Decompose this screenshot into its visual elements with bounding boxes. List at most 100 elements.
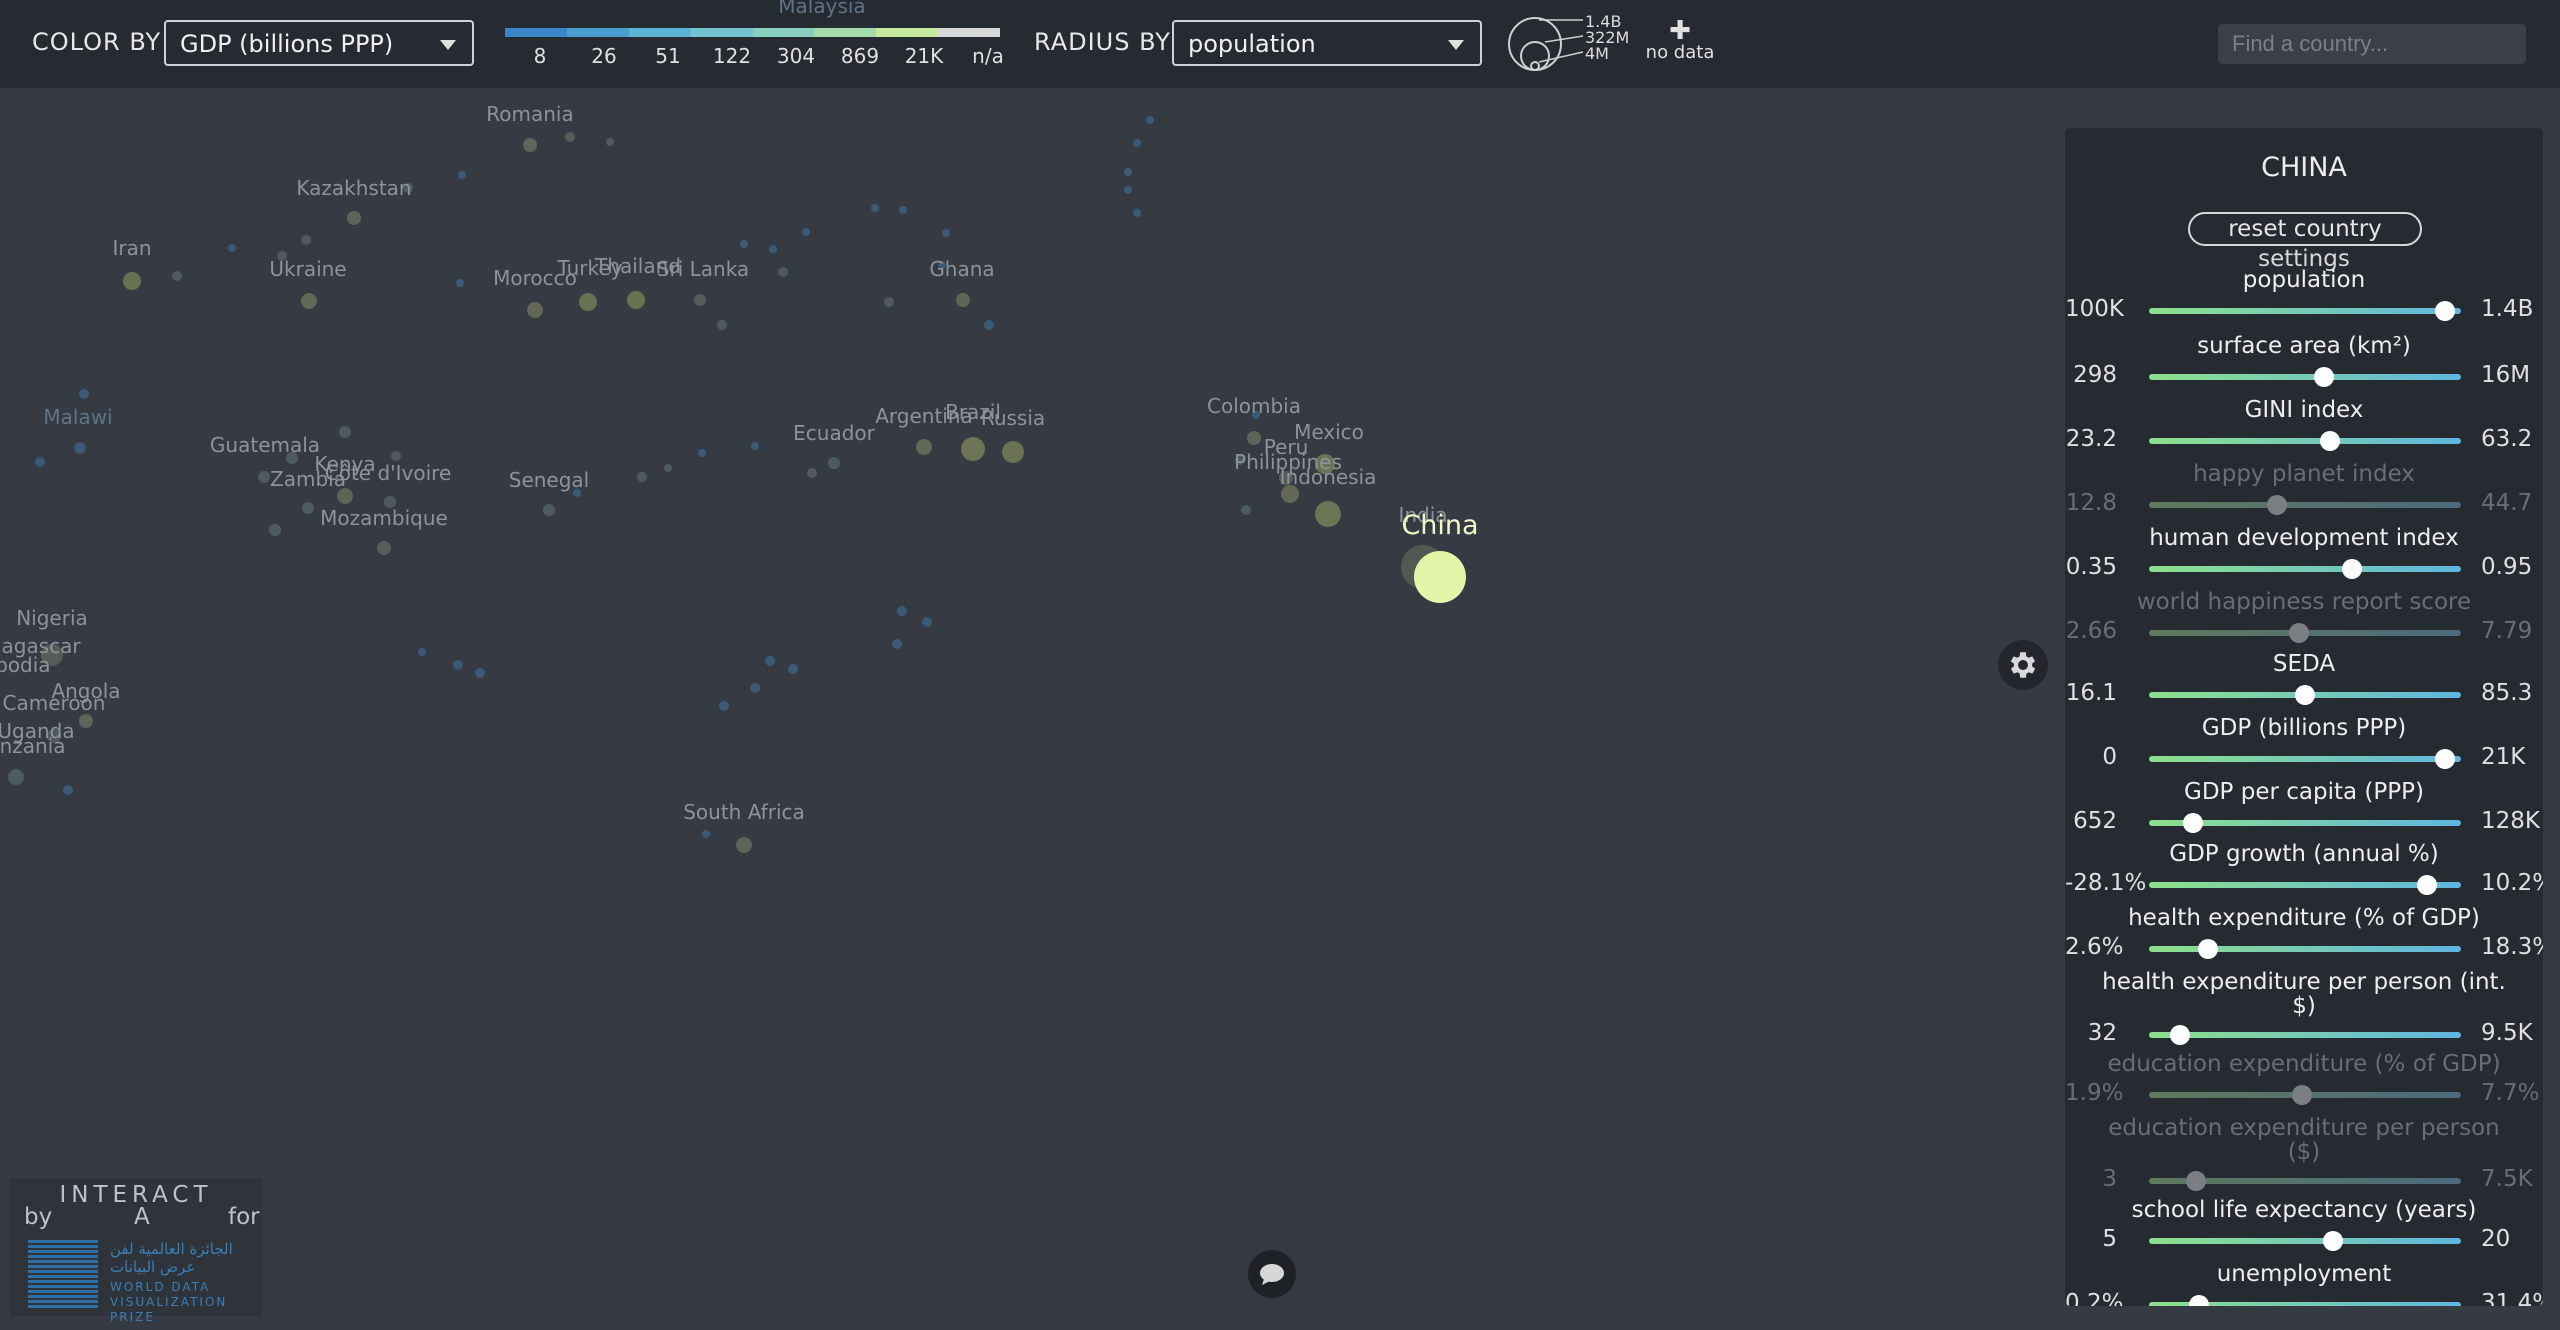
country-bubble[interactable]: [565, 132, 575, 142]
country-bubble[interactable]: [302, 502, 314, 514]
chat-button[interactable]: [1248, 1250, 1296, 1298]
country-bubble[interactable]: [391, 451, 401, 461]
country-bubble[interactable]: [79, 714, 93, 728]
slider-track[interactable]: [2149, 374, 2461, 380]
country-bubble[interactable]: [258, 471, 270, 483]
country-bubble[interactable]: [1124, 186, 1132, 194]
slider-track[interactable]: [2149, 756, 2461, 762]
interact-branding[interactable]: INTERACT by A for الجائزة العالمية لفن ع…: [10, 1178, 262, 1324]
country-bubble[interactable]: [719, 701, 729, 711]
country-bubble[interactable]: [35, 457, 45, 467]
slider-handle[interactable]: [2288, 623, 2309, 643]
country-bubble[interactable]: [543, 504, 555, 516]
country-bubble[interactable]: [698, 449, 706, 457]
country-bubble[interactable]: [172, 271, 182, 281]
country-bubble[interactable]: [458, 171, 466, 179]
country-bubble[interactable]: [702, 830, 710, 838]
country-bubble[interactable]: [694, 294, 706, 306]
settings-button[interactable]: [1998, 640, 2048, 690]
country-bubble[interactable]: [527, 302, 543, 318]
slider-handle[interactable]: [2188, 1295, 2209, 1306]
reset-country-button[interactable]: reset country: [2188, 212, 2422, 246]
slider-handle[interactable]: [2291, 1085, 2312, 1105]
country-bubble[interactable]: [778, 267, 788, 277]
slider-handle[interactable]: [2198, 939, 2219, 959]
country-bubble[interactable]: [897, 606, 907, 616]
country-bubble[interactable]: [1241, 505, 1251, 515]
country-bubble[interactable]: [1002, 441, 1024, 463]
country-bubble[interactable]: [418, 648, 426, 656]
slider-handle[interactable]: [2185, 1171, 2206, 1191]
slider-handle[interactable]: [2341, 559, 2362, 579]
country-bubble[interactable]: [347, 211, 361, 225]
slider-track[interactable]: [2149, 308, 2461, 314]
country-bubble[interactable]: [63, 785, 73, 795]
country-bubble[interactable]: [769, 245, 777, 253]
country-bubble[interactable]: [802, 228, 810, 236]
country-bubble[interactable]: [123, 272, 141, 290]
country-bubble[interactable]: [788, 664, 798, 674]
slider-track[interactable]: [2149, 1238, 2461, 1244]
country-bubble[interactable]: [228, 244, 236, 252]
slider-handle[interactable]: [2266, 495, 2287, 515]
slider-handle[interactable]: [2170, 1025, 2191, 1045]
radius-by-select[interactable]: population: [1172, 20, 1482, 66]
slider-track[interactable]: [2149, 1032, 2461, 1038]
country-bubble[interactable]: [765, 656, 775, 666]
country-bubble[interactable]: [916, 439, 932, 455]
country-bubble[interactable]: [736, 837, 752, 853]
slider-handle[interactable]: [2323, 1231, 2344, 1251]
country-bubble[interactable]: [1414, 551, 1466, 603]
slider-track[interactable]: [2149, 438, 2461, 444]
country-bubble[interactable]: [627, 291, 645, 309]
country-bubble[interactable]: [453, 660, 463, 670]
country-bubble[interactable]: [1247, 431, 1261, 445]
country-bubble[interactable]: [1133, 139, 1141, 147]
country-bubble[interactable]: [1124, 168, 1132, 176]
country-bubble[interactable]: [377, 541, 391, 555]
slider-track[interactable]: [2149, 502, 2461, 508]
slider-handle[interactable]: [2313, 367, 2334, 387]
country-bubble[interactable]: [961, 437, 985, 461]
country-bubble[interactable]: [523, 138, 537, 152]
country-bubble[interactable]: [79, 389, 89, 399]
slider-track[interactable]: [2149, 946, 2461, 952]
country-bubble[interactable]: [301, 293, 317, 309]
country-bubble[interactable]: [740, 240, 748, 248]
country-bubble[interactable]: [269, 524, 281, 536]
country-bubble[interactable]: [956, 293, 970, 307]
country-bubble[interactable]: [828, 457, 840, 469]
country-bubble[interactable]: [892, 639, 902, 649]
country-bubble[interactable]: [922, 617, 932, 627]
country-bubble[interactable]: [456, 279, 464, 287]
slider-track[interactable]: [2149, 566, 2461, 572]
country-bubble[interactable]: [8, 769, 24, 785]
country-bubble[interactable]: [664, 464, 672, 472]
country-bubble[interactable]: [717, 320, 727, 330]
country-bubble[interactable]: [899, 206, 907, 214]
country-bubble[interactable]: [606, 138, 614, 146]
country-bubble[interactable]: [637, 472, 647, 482]
color-by-select[interactable]: GDP (billions PPP): [164, 20, 474, 66]
slider-handle[interactable]: [2295, 685, 2315, 705]
slider-handle[interactable]: [2435, 749, 2456, 769]
country-bubble[interactable]: [807, 468, 817, 478]
country-bubble[interactable]: [751, 442, 759, 450]
country-bubble[interactable]: [475, 668, 485, 678]
search-input[interactable]: [2218, 24, 2526, 64]
slider-handle[interactable]: [2416, 875, 2437, 895]
country-bubble[interactable]: [301, 235, 311, 245]
country-bubble[interactable]: [74, 442, 86, 454]
country-bubble[interactable]: [884, 297, 894, 307]
slider-track[interactable]: [2149, 882, 2461, 888]
country-bubble[interactable]: [1133, 209, 1141, 217]
country-bubble[interactable]: [579, 293, 597, 311]
slider-handle[interactable]: [2435, 301, 2456, 321]
slider-handle[interactable]: [2182, 813, 2203, 833]
slider-handle[interactable]: [2319, 431, 2340, 451]
country-bubble[interactable]: [750, 683, 760, 693]
country-bubble[interactable]: [1315, 501, 1341, 527]
country-bubble[interactable]: [339, 426, 351, 438]
country-bubble[interactable]: [871, 204, 879, 212]
country-bubble[interactable]: [984, 320, 994, 330]
